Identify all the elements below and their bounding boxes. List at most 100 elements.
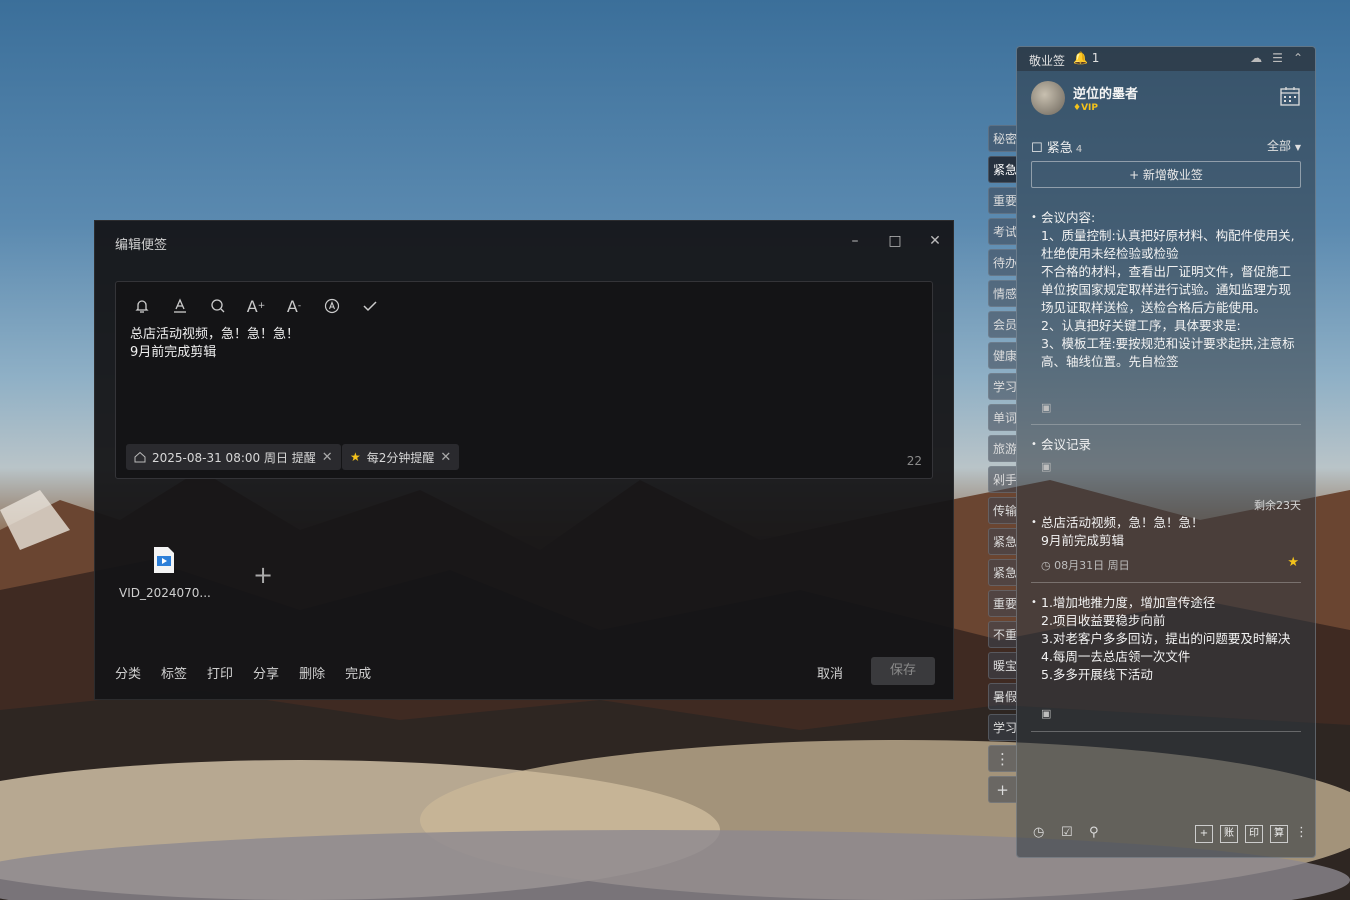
notification[interactable]: 🔔 1: [1073, 51, 1099, 65]
reminder-text: 2025-08-31 08:00 周日 提醒: [152, 450, 316, 465]
content-line: 9月前完成剪辑: [130, 345, 217, 360]
tab-category[interactable]: 传输: [988, 497, 1016, 524]
tab-category[interactable]: 紧急: [988, 559, 1016, 586]
filter-dropdown[interactable]: 全部 ▼: [1267, 137, 1301, 154]
calendar-icon[interactable]: [1279, 85, 1301, 111]
calculator-icon[interactable]: 算: [1270, 825, 1288, 843]
tab-category[interactable]: 学习: [988, 714, 1016, 741]
tab-category[interactable]: 紧急: [988, 528, 1016, 555]
tab-category[interactable]: 重要: [988, 187, 1016, 214]
print-link[interactable]: 打印: [207, 663, 233, 682]
delete-link[interactable]: 删除: [299, 663, 325, 682]
new-note-button[interactable]: + 新增敬业签: [1031, 161, 1301, 188]
panel-header: 敬业签 🔔 1 ☁ ☰ ⌃: [1017, 47, 1315, 71]
tab-category[interactable]: 健康: [988, 342, 1016, 369]
note-item[interactable]: • 会议内容: 1、质量控制:认真把好原材料、构配件使用关,杜绝使用未经检验或检…: [1031, 209, 1301, 385]
notes-panel: 敬业签 🔔 1 ☁ ☰ ⌃ 逆位的墨者 ♦VIP ☐ 紧急 4 全部 ▼ + 新增…: [1016, 46, 1316, 858]
tab-category[interactable]: 不重: [988, 621, 1016, 648]
remove-repeat-icon[interactable]: ✕: [440, 450, 451, 465]
share-link[interactable]: 分享: [253, 663, 279, 682]
tab-category[interactable]: 单词: [988, 404, 1016, 431]
tab-category[interactable]: 剁手: [988, 466, 1016, 493]
more-icon[interactable]: ⋮: [1295, 825, 1308, 840]
note-line: 1.增加地推力度，增加宣传途径: [1041, 595, 1216, 610]
note-line: 会议内容:: [1041, 210, 1096, 225]
tab-category[interactable]: 情感: [988, 280, 1016, 307]
text-style-icon[interactable]: [320, 294, 344, 318]
note-line: 4.每周一去总店领一次文件: [1041, 649, 1191, 664]
tab-category[interactable]: 重要: [988, 590, 1016, 617]
current-category[interactable]: ☐ 紧急 4: [1031, 137, 1082, 156]
diamond-icon: ♦: [1073, 103, 1082, 113]
note-content[interactable]: 总店活动视频，急！急！急！ 9月前完成剪辑: [130, 326, 299, 362]
note-item[interactable]: • 总店活动视频，急！急！急！ 9月前完成剪辑: [1031, 514, 1301, 550]
add-tab-icon[interactable]: +: [988, 776, 1016, 803]
home-icon: [134, 451, 146, 463]
remove-reminder-icon[interactable]: ✕: [322, 450, 333, 465]
tab-category[interactable]: 紧急: [988, 156, 1016, 183]
category-tabs: 秘密 紧急 重要 考试 待办 情感 会员 健康 学习 单词 旅游 剁手 传输 紧…: [988, 125, 1016, 807]
tag-link[interactable]: 标签: [161, 663, 187, 682]
tab-category[interactable]: 旅游: [988, 435, 1016, 462]
bell-icon[interactable]: [130, 294, 154, 318]
bookmark-icon: ☐: [1031, 141, 1043, 156]
attachment[interactable]: VID_2024070...: [119, 546, 211, 600]
search-icon[interactable]: [206, 294, 230, 318]
format-toolbar: A + A-: [130, 294, 382, 318]
avatar[interactable]: [1031, 81, 1065, 115]
tab-category[interactable]: 考试: [988, 218, 1016, 245]
note-editor[interactable]: A + A- 总店活动视频，急！急！急！ 9月前完成剪辑 2025-08-31 0…: [115, 281, 933, 479]
reminder-chip[interactable]: 2025-08-31 08:00 周日 提醒 ✕: [126, 444, 341, 470]
note-reminder: ◷ 08月31日 周日: [1041, 559, 1130, 572]
more-tabs-icon[interactable]: ⋮: [988, 745, 1016, 772]
checkbox-icon[interactable]: ☑: [1061, 825, 1073, 840]
font-increase-icon[interactable]: A +: [244, 294, 268, 318]
repeat-chip[interactable]: ★ 每2分钟提醒 ✕: [342, 444, 460, 470]
star-icon[interactable]: ★: [1287, 555, 1299, 570]
window-title: 编辑便签: [115, 238, 168, 253]
save-button[interactable]: 保存: [871, 657, 935, 685]
note-line: 3.对老客户多多回访，提出的问题要及时解决: [1041, 631, 1291, 646]
note-item[interactable]: • 1.增加地推力度，增加宣传途径 2.项目收益要稳步向前 3.对老客户多多回访…: [1031, 594, 1301, 684]
complete-link[interactable]: 完成: [345, 663, 371, 682]
font-decrease-icon[interactable]: A-: [282, 294, 306, 318]
font-color-icon[interactable]: [168, 294, 192, 318]
close-icon[interactable]: ✕: [925, 231, 945, 251]
minimize-icon[interactable]: –: [845, 231, 865, 251]
tab-category[interactable]: 暑假: [988, 683, 1016, 710]
vip-badge: ♦VIP: [1073, 103, 1098, 113]
add-icon[interactable]: +: [1195, 825, 1213, 843]
divider: [1031, 731, 1301, 732]
chevron-down-icon: ▼: [1294, 143, 1301, 152]
account-icon[interactable]: 账: [1220, 825, 1238, 843]
remaining-days: 剩余23天: [1254, 499, 1301, 512]
tab-category[interactable]: 秘密: [988, 125, 1016, 152]
cloud-icon[interactable]: ☁: [1250, 51, 1262, 65]
tab-category[interactable]: 待办: [988, 249, 1016, 276]
tab-category[interactable]: 学习: [988, 373, 1016, 400]
lock-icon: ▣: [1041, 460, 1052, 473]
bell-icon: 🔔: [1073, 51, 1088, 65]
note-item[interactable]: • 会议记录: [1031, 436, 1301, 454]
clock-icon[interactable]: ◷: [1033, 825, 1044, 840]
edit-note-window: 编辑便签 – □ ✕ A + A- 总店活动视频，急！急！急！ 9月前完成剪辑 …: [94, 220, 954, 700]
print-icon[interactable]: 印: [1245, 825, 1263, 843]
tab-category[interactable]: 暖宝: [988, 652, 1016, 679]
category-link[interactable]: 分类: [115, 663, 141, 682]
collapse-icon[interactable]: ⌃: [1293, 51, 1303, 65]
search-icon[interactable]: ⚲: [1089, 825, 1099, 840]
menu-icon[interactable]: ☰: [1272, 51, 1283, 65]
cancel-button[interactable]: 取消: [817, 663, 843, 682]
app-name: 敬业签: [1029, 54, 1066, 68]
repeat-text: 每2分钟提醒: [366, 450, 435, 465]
tab-category[interactable]: 会员: [988, 311, 1016, 338]
add-attachment-icon[interactable]: +: [253, 561, 273, 589]
check-icon[interactable]: [358, 294, 382, 318]
maximize-icon[interactable]: □: [885, 231, 905, 251]
note-line: 不合格的材料，查看出厂证明文件，督促施工单位按国家规定取样进行试验。通知监理方现…: [1041, 264, 1292, 315]
divider: [1031, 424, 1301, 425]
note-line: 2.项目收益要稳步向前: [1041, 613, 1166, 628]
header-icons: ☁ ☰ ⌃: [1250, 51, 1303, 65]
lock-icon: ▣: [1041, 707, 1052, 720]
note-line: 9月前完成剪辑: [1041, 533, 1124, 548]
